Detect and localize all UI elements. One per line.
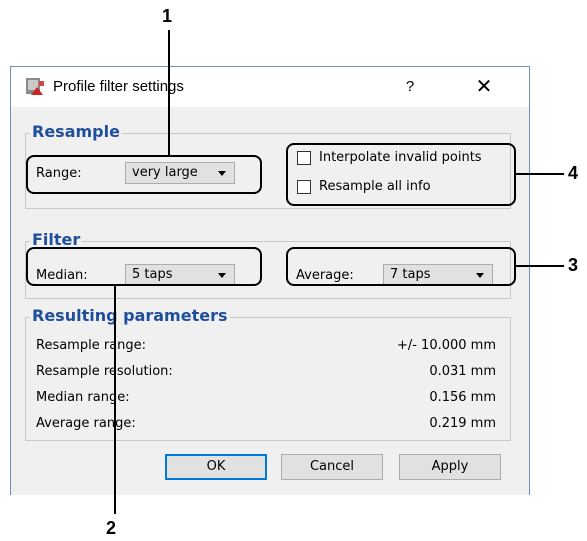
result-label: Resample range: (36, 338, 147, 353)
callout-1: 1 (162, 6, 173, 26)
callout-line-1 (168, 30, 170, 156)
cancel-button[interactable]: Cancel (281, 454, 383, 480)
window-title: Profile filter settings (53, 78, 184, 95)
ok-button[interactable]: OK (165, 454, 267, 480)
callout-4: 4 (568, 163, 579, 183)
result-value: 0.219 mm (429, 416, 496, 431)
callout-line-3 (516, 265, 564, 267)
callout-line-2 (114, 286, 116, 514)
result-value: 0.031 mm (429, 364, 496, 379)
help-button[interactable]: ? (395, 75, 425, 99)
title-bar: Profile filter settings ? ✕ (11, 67, 529, 107)
callout-box-checkboxes (286, 143, 516, 206)
result-label: Average range: (36, 416, 136, 431)
callout-box-range (26, 155, 262, 194)
callout-box-average (286, 247, 516, 286)
callout-line-4 (516, 173, 564, 175)
callout-3: 3 (568, 255, 579, 275)
callout-box-median (26, 247, 262, 286)
result-label: Resample resolution: (36, 364, 173, 379)
close-button[interactable]: ✕ (467, 73, 501, 101)
results-group-title: Resulting parameters (30, 306, 230, 325)
apply-button[interactable]: Apply (399, 454, 501, 480)
resample-group-title: Resample (30, 122, 122, 141)
result-value: +/- 10.000 mm (396, 338, 496, 353)
app-icon (26, 78, 44, 95)
result-value: 0.156 mm (429, 390, 496, 405)
results-group: Resulting parameters Resample range: +/-… (25, 306, 511, 441)
callout-2: 2 (106, 518, 117, 538)
